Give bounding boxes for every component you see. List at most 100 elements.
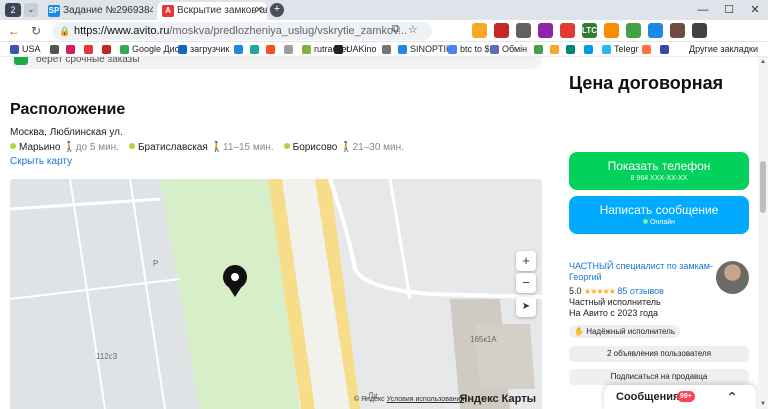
url-field[interactable]: 🔒 https://www.avito.ru/moskva/predlozhen… bbox=[52, 22, 432, 40]
scrollbar-thumb[interactable] bbox=[760, 161, 766, 213]
reliable-badge: ✋ Надёжный исполнитель bbox=[569, 325, 680, 338]
new-tab-button[interactable]: + bbox=[270, 3, 284, 17]
tab-count-button[interactable]: 2 bbox=[5, 3, 21, 17]
metro-line-icon bbox=[283, 143, 290, 149]
extension-icon[interactable] bbox=[692, 23, 707, 38]
metro-station: Братиславская 🚶11–15 мин. bbox=[128, 142, 274, 153]
bookmark-item[interactable] bbox=[566, 43, 578, 56]
bookmark-favicon-icon bbox=[266, 45, 275, 54]
extension-icon[interactable] bbox=[538, 23, 553, 38]
extension-icon[interactable] bbox=[626, 23, 641, 38]
bookmark-favicon-icon bbox=[550, 45, 559, 54]
map-label: Р bbox=[153, 259, 159, 268]
close-window-icon[interactable]: ✕ bbox=[742, 0, 768, 20]
bookmark-item[interactable] bbox=[382, 43, 394, 56]
bookmark-item[interactable] bbox=[102, 43, 114, 56]
bookmark-favicon-icon bbox=[398, 45, 407, 54]
online-status: Онлайн bbox=[649, 219, 676, 226]
scroll-down-icon[interactable]: ▼ bbox=[758, 401, 768, 407]
extensions-bar: LTC bbox=[472, 23, 707, 38]
bookmark-item[interactable] bbox=[234, 43, 246, 56]
bookmarks-bar: Другие закладки USA Google Диск загрузчик r… bbox=[0, 42, 768, 57]
bookmark-item[interactable] bbox=[250, 43, 262, 56]
bookmark-star-icon[interactable]: ☆ bbox=[408, 23, 418, 36]
bookmark-favicon-icon bbox=[302, 45, 311, 54]
map-label: 165к1А bbox=[470, 335, 497, 344]
map[interactable]: 112с3 165к1А Ли Р + − ➤ © Яндекс Условия… bbox=[10, 179, 542, 409]
bookmark-item[interactable] bbox=[584, 43, 596, 56]
bookmark-favicon-icon bbox=[584, 45, 593, 54]
bookmark-item[interactable] bbox=[266, 43, 278, 56]
extension-icon[interactable] bbox=[604, 23, 619, 38]
bookmark-item[interactable] bbox=[50, 43, 62, 56]
messages-label: Сообщения bbox=[616, 391, 680, 403]
zoom-in-button[interactable]: + bbox=[516, 251, 536, 271]
extension-icon[interactable] bbox=[670, 23, 685, 38]
scroll-up-icon[interactable]: ▲ bbox=[758, 59, 768, 65]
url-domain: https://www.avito.ru bbox=[74, 25, 170, 37]
bookmark-favicon-icon bbox=[382, 45, 391, 54]
map-canvas bbox=[10, 179, 542, 409]
subscribe-button[interactable]: Подписаться на продавца bbox=[569, 369, 749, 385]
seller-name-link[interactable]: ЧАСТНЫЙ специалист по замкам-Георгий bbox=[569, 261, 714, 283]
walk-icon: 🚶 bbox=[63, 142, 76, 153]
bookmark-item[interactable] bbox=[534, 43, 546, 56]
locate-icon[interactable]: ➤ bbox=[516, 297, 536, 317]
tab-list-dropdown[interactable]: ⌄ bbox=[24, 3, 38, 17]
maximize-icon[interactable]: ☐ bbox=[716, 0, 742, 20]
zoom-out-button[interactable]: − bbox=[516, 273, 536, 293]
minimize-icon[interactable]: — bbox=[690, 0, 716, 20]
handshake-icon: ✋ bbox=[574, 327, 584, 336]
messages-widget[interactable]: Сообщения 99+ ⌃ bbox=[604, 385, 756, 409]
extension-icon[interactable] bbox=[516, 23, 531, 38]
metro-line-icon bbox=[10, 143, 16, 149]
tab-active[interactable]: A Вскрытие замков авто ✕ bbox=[157, 2, 267, 20]
bookmark-item[interactable]: SINOPTIK bbox=[398, 43, 452, 56]
show-phone-button[interactable]: Показать телефон 8 964 XXX-XX-XX bbox=[569, 152, 749, 190]
bookmark-favicon-icon bbox=[66, 45, 75, 54]
map-terms-link[interactable]: Условия использования bbox=[387, 396, 465, 403]
bookmark-item[interactable]: btc to $ bbox=[448, 43, 490, 56]
online-dot-icon bbox=[642, 219, 648, 224]
bookmark-item[interactable] bbox=[284, 43, 296, 56]
hide-map-link[interactable]: Скрыть карту bbox=[10, 156, 72, 167]
reload-icon[interactable]: ↻ bbox=[28, 23, 44, 39]
bookmark-item[interactable] bbox=[84, 43, 96, 56]
avatar[interactable] bbox=[716, 261, 749, 294]
bookmark-favicon-icon bbox=[490, 45, 499, 54]
chevron-up-icon[interactable]: ⌃ bbox=[726, 385, 738, 409]
bookmark-item[interactable] bbox=[550, 43, 562, 56]
bookmark-item[interactable] bbox=[642, 43, 654, 56]
bookmark-favicon-icon bbox=[84, 45, 93, 54]
phone-number: 8 964 XXX-XX-XX bbox=[630, 175, 688, 182]
extension-icon[interactable] bbox=[648, 23, 663, 38]
user-ads-button[interactable]: 2 объявления пользователя bbox=[569, 346, 749, 362]
bookmark-item[interactable]: Обмін bbox=[490, 43, 527, 56]
tab-bar: 2 ⌄ SP Задание №2969384 - про A Вскрытие… bbox=[0, 0, 768, 20]
scrollbar[interactable]: ▲ ▼ bbox=[758, 57, 768, 409]
extension-icon[interactable]: LTC bbox=[582, 23, 597, 38]
yandex-maps-logo[interactable]: Яндекс Карты bbox=[459, 393, 536, 405]
bookmark-item[interactable]: Telegr bbox=[602, 43, 639, 56]
write-message-button[interactable]: Написать сообщение Онлайн bbox=[569, 196, 749, 234]
bookmark-item[interactable] bbox=[660, 43, 672, 56]
bookmark-item[interactable]: загрузчик bbox=[178, 43, 229, 56]
bookmark-item[interactable]: USA bbox=[10, 43, 41, 56]
extension-icon[interactable] bbox=[494, 23, 509, 38]
bookmark-item[interactable]: UAKino bbox=[334, 43, 377, 56]
extension-icon[interactable] bbox=[560, 23, 575, 38]
window-controls: — ☐ ✕ bbox=[690, 0, 768, 20]
tab-close-icon[interactable]: ✕ bbox=[255, 2, 263, 20]
seller-since: На Авито с 2023 года bbox=[569, 308, 659, 318]
extension-icon[interactable] bbox=[472, 23, 487, 38]
tab-title: Вскрытие замков авто bbox=[177, 5, 267, 16]
translate-icon[interactable]: ⧉ bbox=[392, 23, 400, 36]
tab-inactive[interactable]: SP Задание №2969384 - про bbox=[43, 2, 153, 20]
bookmark-favicon-icon bbox=[178, 45, 187, 54]
show-phone-label: Показать телефон bbox=[607, 159, 711, 173]
back-icon[interactable]: ← bbox=[6, 23, 22, 39]
bookmark-item[interactable] bbox=[66, 43, 78, 56]
reviews-link[interactable]: 85 отзывов bbox=[617, 286, 664, 296]
other-bookmarks[interactable]: Другие закладки bbox=[689, 43, 758, 56]
bookmark-item[interactable]: Google Диск bbox=[120, 43, 183, 56]
